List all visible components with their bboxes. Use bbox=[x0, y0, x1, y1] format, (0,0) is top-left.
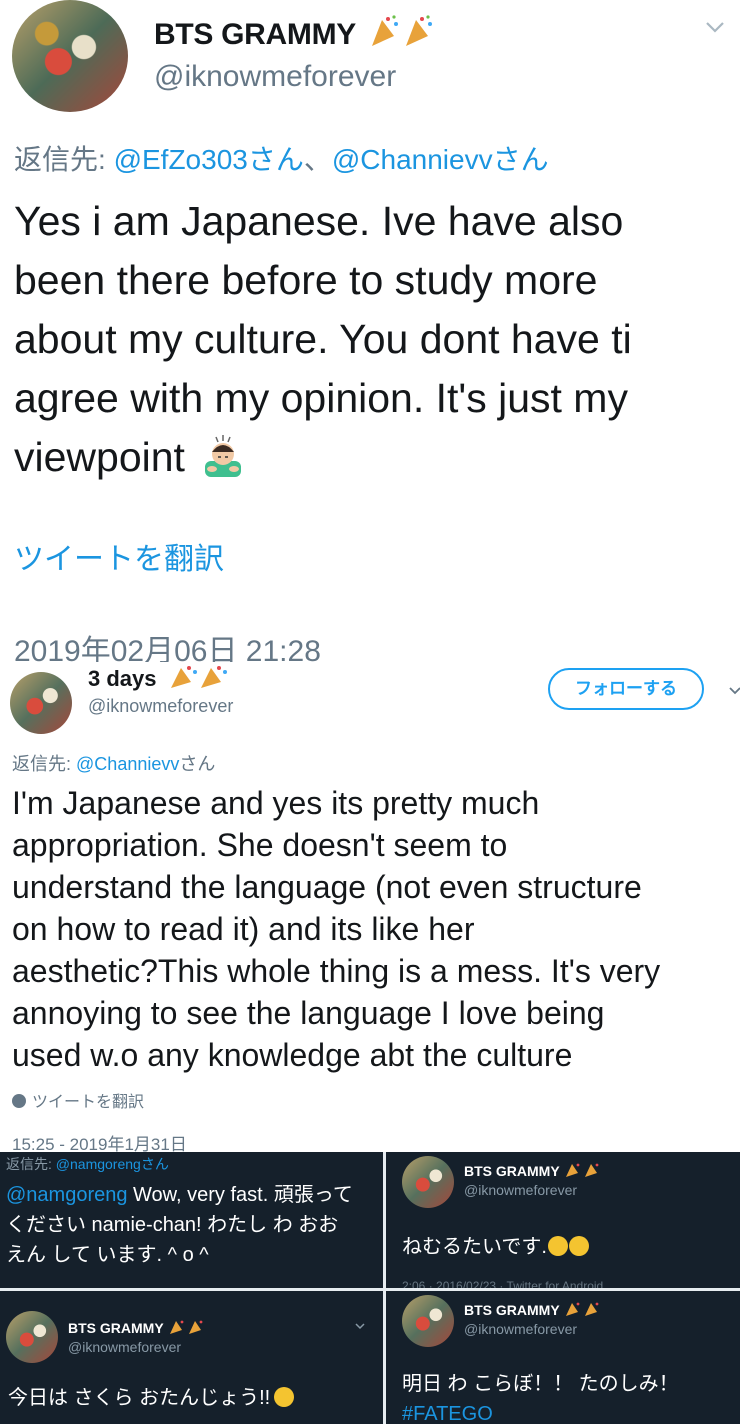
tweet-text: ねむるたいです. bbox=[402, 1230, 589, 1259]
timestamp[interactable]: 15:25 - 2019年1月31日 bbox=[12, 1130, 187, 1152]
tweet-text: 今日は さくら おたんじょう!! bbox=[8, 1381, 295, 1410]
sad-face-icon bbox=[547, 1236, 568, 1256]
handle[interactable]: @iknowmeforever bbox=[464, 1182, 577, 1198]
tweet-cell[interactable]: BTS GRAMMY @iknowmeforever ねむるたいです. 2:06… bbox=[386, 1152, 740, 1288]
tweet-text: I'm Japanese and yes its pretty much app… bbox=[12, 785, 661, 1073]
dark-tweet-grid: 返信先: @namgorengさん @namgoreng Wow, very f… bbox=[0, 1152, 740, 1424]
handle[interactable]: @iknowmeforever bbox=[464, 1321, 577, 1337]
tweet-text: 明日 わ こらぼ！！ たのしみ！ #FATEGO bbox=[402, 1369, 679, 1424]
translate-tweet-link[interactable]: ツイートを翻訳 bbox=[12, 1088, 144, 1112]
chevron-down-icon[interactable] bbox=[354, 1321, 366, 1331]
handle[interactable]: @iknowmeforever bbox=[68, 1339, 181, 1355]
mention-link[interactable]: @Channievvさん bbox=[332, 144, 549, 175]
reply-context: 返信先: @namgorengさん bbox=[6, 1156, 169, 1172]
translate-tweet-link[interactable]: ツイートを翻訳 bbox=[14, 534, 224, 578]
sad-face-icon bbox=[568, 1236, 589, 1256]
display-name[interactable]: BTS GRAMMY bbox=[464, 1162, 605, 1179]
reply-context: 返信先: @EfZo303さん、@Channievvさん bbox=[14, 144, 549, 175]
tweet-cell-reply[interactable]: 返信先: @namgorengさん @namgoreng Wow, very f… bbox=[0, 1152, 383, 1288]
chevron-down-icon[interactable] bbox=[728, 684, 740, 698]
display-name[interactable]: BTS GRAMMY bbox=[68, 1319, 209, 1336]
mention-link[interactable]: @namgoreng bbox=[6, 1184, 127, 1206]
follow-button[interactable]: フォローする bbox=[548, 668, 704, 710]
globe-icon bbox=[12, 1094, 26, 1108]
display-name[interactable]: BTS GRAMMY bbox=[464, 1301, 605, 1318]
avatar[interactable] bbox=[6, 1311, 58, 1363]
tweet-text: @namgoreng Wow, very fast. 頑張って ください nam… bbox=[6, 1184, 353, 1266]
tweet-panel-middle: 3 days @iknowmeforever フォローする 返信先: @Chan… bbox=[0, 662, 740, 1152]
party-popper-icon bbox=[566, 1302, 599, 1316]
display-name[interactable]: BTS GRAMMY bbox=[154, 14, 438, 52]
mention-link[interactable]: @Channievv bbox=[76, 754, 179, 774]
handle[interactable]: @iknowmeforever bbox=[88, 696, 233, 717]
reply-context: 返信先: @Channievvさん bbox=[12, 754, 216, 774]
avatar[interactable] bbox=[10, 672, 72, 734]
avatar[interactable] bbox=[12, 0, 128, 112]
tweet-text: Yes i am Japanese. Ive have also been th… bbox=[14, 198, 632, 480]
tweet-footer: 2:06 · 2016/02/23 · Twitter for Android bbox=[402, 1279, 604, 1288]
grid-divider bbox=[0, 1288, 740, 1291]
tweet-panel-top: BTS GRAMMY @iknowmeforever 返信先: @EfZo303… bbox=[0, 0, 740, 668]
mention-link[interactable]: @namgorengさん bbox=[56, 1156, 169, 1172]
man-bowing-icon bbox=[202, 435, 244, 479]
party-popper-icon bbox=[170, 666, 227, 688]
party-popper-icon bbox=[371, 15, 432, 46]
tweet-cell[interactable]: BTS GRAMMY @iknowmeforever 明日 わ こらぼ！！ たの… bbox=[386, 1291, 740, 1424]
chevron-down-icon[interactable] bbox=[704, 16, 726, 38]
display-name[interactable]: 3 days bbox=[88, 664, 231, 692]
hashtag-link[interactable]: #FATEGO bbox=[402, 1399, 679, 1424]
party-popper-icon bbox=[566, 1163, 599, 1177]
avatar[interactable] bbox=[402, 1295, 454, 1347]
handle[interactable]: @iknowmeforever bbox=[154, 60, 396, 94]
avatar[interactable] bbox=[402, 1156, 454, 1208]
grinning-face-icon bbox=[274, 1387, 295, 1407]
party-popper-icon bbox=[170, 1320, 203, 1334]
tweet-cell[interactable]: BTS GRAMMY @iknowmeforever 今日は さくら おたんじょ… bbox=[0, 1291, 383, 1424]
mention-link[interactable]: @EfZo303さん bbox=[114, 144, 304, 175]
